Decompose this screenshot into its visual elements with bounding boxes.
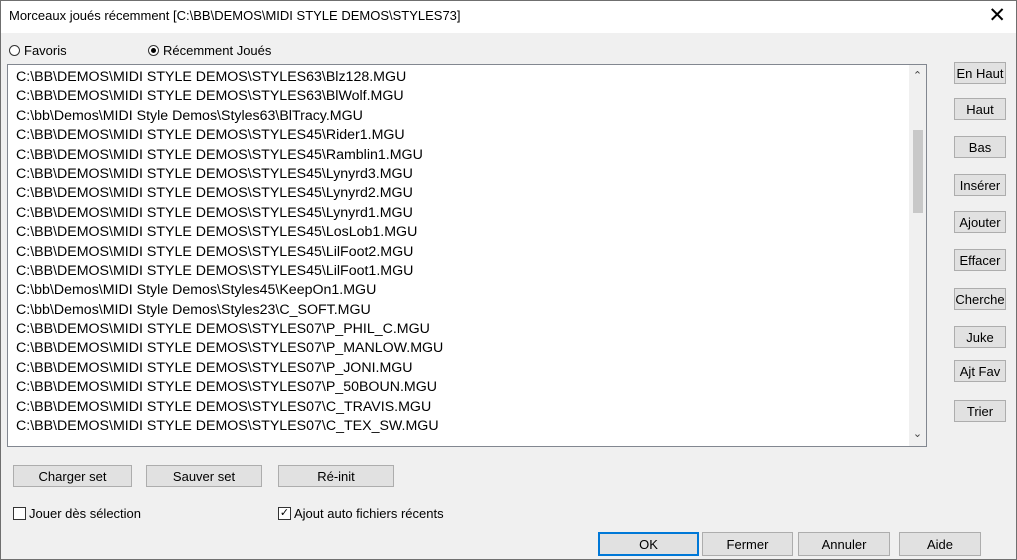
load-set-button[interactable]: Charger set: [13, 465, 132, 487]
radio-recent-label: Récemment Joués: [163, 42, 272, 58]
scroll-thumb[interactable]: [913, 130, 923, 213]
list-item[interactable]: C:\BB\DEMOS\MIDI STYLE DEMOS\STYLES45\Li…: [16, 243, 906, 262]
radio-favoris-label: Favoris: [24, 42, 67, 58]
list-item[interactable]: C:\BB\DEMOS\MIDI STYLE DEMOS\STYLES07\P_…: [16, 378, 906, 397]
list-item[interactable]: C:\BB\DEMOS\MIDI STYLE DEMOS\STYLES07\P_…: [16, 320, 906, 339]
side-button-9[interactable]: Trier: [954, 400, 1006, 422]
side-button-1[interactable]: Haut: [954, 98, 1006, 120]
list-item[interactable]: C:\BB\DEMOS\MIDI STYLE DEMOS\STYLES45\Ri…: [16, 126, 906, 145]
list-item[interactable]: C:\BB\DEMOS\MIDI STYLE DEMOS\STYLES63\Bl…: [16, 68, 906, 87]
list-item[interactable]: C:\BB\DEMOS\MIDI STYLE DEMOS\STYLES07\C_…: [16, 417, 906, 436]
side-button-7[interactable]: Juke: [954, 326, 1006, 348]
list-item[interactable]: C:\bb\Demos\MIDI Style Demos\Styles23\C_…: [16, 301, 906, 320]
list-item[interactable]: C:\BB\DEMOS\MIDI STYLE DEMOS\STYLES45\Ly…: [16, 204, 906, 223]
auto-add-recent-label: Ajout auto fichiers récents: [294, 505, 444, 521]
file-list-items: C:\BB\DEMOS\MIDI STYLE DEMOS\STYLES63\Bl…: [16, 68, 906, 436]
close-icon[interactable]: ✕: [988, 4, 1006, 28]
list-item[interactable]: C:\BB\DEMOS\MIDI STYLE DEMOS\STYLES63\Bl…: [16, 87, 906, 106]
play-on-select-box[interactable]: [13, 506, 26, 520]
radio-favoris-indicator[interactable]: [9, 44, 20, 56]
radio-favoris[interactable]: Favoris: [9, 41, 67, 59]
list-item[interactable]: C:\bb\Demos\MIDI Style Demos\Styles63\Bl…: [16, 107, 906, 126]
radio-recent-indicator[interactable]: [148, 44, 159, 56]
side-button-4[interactable]: Ajouter: [954, 211, 1006, 233]
list-item[interactable]: C:\bb\Demos\MIDI Style Demos\Styles45\Ke…: [16, 281, 906, 300]
close-button[interactable]: Fermer: [702, 532, 793, 556]
cancel-button[interactable]: Annuler: [798, 532, 890, 556]
list-item[interactable]: C:\BB\DEMOS\MIDI STYLE DEMOS\STYLES45\Ly…: [16, 165, 906, 184]
play-on-select-checkbox[interactable]: Jouer dès sélection: [13, 504, 141, 522]
side-button-8[interactable]: Ajt Fav: [954, 360, 1006, 382]
side-button-2[interactable]: Bas: [954, 136, 1006, 158]
list-item[interactable]: C:\BB\DEMOS\MIDI STYLE DEMOS\STYLES45\Li…: [16, 262, 906, 281]
window-title: Morceaux joués récemment [C:\BB\DEMOS\MI…: [9, 8, 461, 23]
radio-recent[interactable]: Récemment Joués: [148, 41, 271, 59]
list-item[interactable]: C:\BB\DEMOS\MIDI STYLE DEMOS\STYLES07\P_…: [16, 339, 906, 358]
reset-button[interactable]: Ré-init: [278, 465, 394, 487]
play-on-select-label: Jouer dès sélection: [29, 505, 142, 521]
side-button-3[interactable]: Insérer: [954, 174, 1006, 196]
title-bar: Morceaux joués récemment [C:\BB\DEMOS\MI…: [1, 1, 1016, 33]
save-set-button[interactable]: Sauver set: [146, 465, 262, 487]
side-button-6[interactable]: Cherche: [954, 288, 1006, 310]
auto-add-recent-box[interactable]: ✓: [278, 506, 291, 520]
list-item[interactable]: C:\BB\DEMOS\MIDI STYLE DEMOS\STYLES45\Ra…: [16, 146, 906, 165]
vertical-scrollbar[interactable]: ⌃ ⌄: [909, 65, 926, 446]
recent-songs-dialog: Morceaux joués récemment [C:\BB\DEMOS\MI…: [0, 0, 1017, 560]
list-item[interactable]: C:\BB\DEMOS\MIDI STYLE DEMOS\STYLES45\Lo…: [16, 223, 906, 242]
recent-files-list[interactable]: C:\BB\DEMOS\MIDI STYLE DEMOS\STYLES63\Bl…: [7, 64, 927, 447]
list-item[interactable]: C:\BB\DEMOS\MIDI STYLE DEMOS\STYLES07\C_…: [16, 398, 906, 417]
ok-button[interactable]: OK: [598, 532, 699, 556]
list-item[interactable]: C:\BB\DEMOS\MIDI STYLE DEMOS\STYLES07\P_…: [16, 359, 906, 378]
help-button[interactable]: Aide: [899, 532, 981, 556]
side-button-5[interactable]: Effacer: [954, 249, 1006, 271]
scroll-up-icon[interactable]: ⌃: [909, 68, 926, 85]
auto-add-recent-checkbox[interactable]: ✓ Ajout auto fichiers récents: [278, 504, 444, 522]
list-item[interactable]: C:\BB\DEMOS\MIDI STYLE DEMOS\STYLES45\Ly…: [16, 184, 906, 203]
side-button-0[interactable]: En Haut: [954, 62, 1006, 84]
scroll-down-icon[interactable]: ⌄: [909, 426, 926, 443]
